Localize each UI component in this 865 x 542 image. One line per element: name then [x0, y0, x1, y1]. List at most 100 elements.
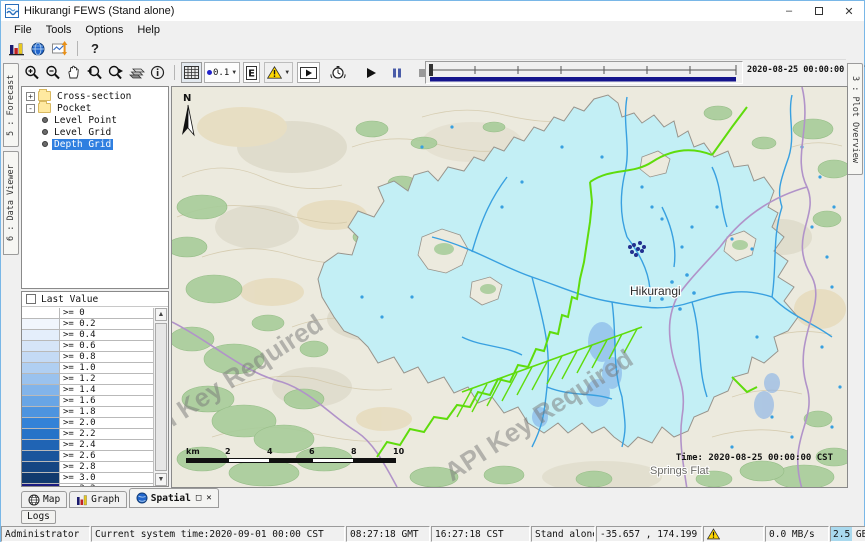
legend-row[interactable]: >= 1.2 — [22, 374, 153, 385]
layers-button[interactable] — [126, 62, 147, 83]
tab-graph[interactable]: Graph — [69, 491, 127, 508]
legend-row[interactable]: >= 0 — [22, 308, 153, 319]
tab-graph-label: Graph — [91, 494, 120, 505]
logs-button[interactable]: Logs — [21, 510, 56, 524]
scroll-up-icon[interactable]: ▲ — [155, 308, 167, 321]
last-value-checkbox[interactable] — [26, 294, 36, 304]
zoom-out-button[interactable] — [42, 62, 63, 83]
status-bar: Administrator Current system time:2020-0… — [1, 525, 864, 542]
scroll-down-icon[interactable]: ▼ — [155, 473, 167, 486]
place-label: Springs Flat — [650, 465, 709, 477]
time-slider[interactable] — [425, 61, 743, 84]
legend-row[interactable]: >= 2.0 — [22, 418, 153, 429]
layers-icon — [129, 66, 145, 80]
legend-row-label: >= 3.0 — [60, 473, 96, 483]
legend-row[interactable]: >= 0.6 — [22, 341, 153, 352]
tree-item-label[interactable]: Cross-section — [55, 91, 133, 102]
status-gmt-time: 08:27:18 GMT — [346, 526, 430, 542]
legend-row[interactable]: >= 3.0 — [22, 473, 153, 484]
legend-table: >= 0>= 0.2>= 0.4>= 0.6>= 0.8>= 1.0>= 1.2… — [22, 308, 153, 486]
thresholds-dropdown[interactable]: ▼ — [264, 62, 293, 83]
status-user: Administrator — [1, 526, 90, 542]
legend-color-swatch — [22, 473, 60, 483]
menu-help[interactable]: Help — [130, 23, 167, 37]
tab-data-viewer[interactable]: 6 : Data Viewer — [3, 151, 19, 255]
title-bar: Hikurangi FEWS (Stand alone) – ✕ — [1, 1, 864, 21]
timeseries-display-button[interactable] — [49, 39, 71, 58]
chevron-down-icon: ▼ — [231, 70, 237, 76]
tree-item-level-point[interactable]: Level Point — [22, 114, 168, 126]
legend-row[interactable]: >= 0.8 — [22, 352, 153, 363]
legend-color-swatch — [22, 308, 60, 318]
scrollbar-thumb[interactable] — [155, 323, 167, 471]
tab-forecast[interactable]: 5 : Forecast — [3, 63, 19, 147]
legend-row[interactable]: >= 2.8 — [22, 462, 153, 473]
tab-plot-overview[interactable]: 3 : Plot Overview — [847, 63, 863, 175]
legend-row-label: >= 0.2 — [60, 319, 96, 329]
menu-file[interactable]: File — [7, 23, 39, 37]
map-display-button[interactable] — [27, 39, 49, 58]
tree-item-pocket[interactable]: - Pocket — [22, 102, 168, 114]
tab-restore-icon[interactable]: □ — [196, 493, 201, 503]
zoom-in-icon — [24, 65, 40, 81]
minimize-button[interactable]: – — [774, 1, 804, 21]
zoom-previous-icon — [86, 65, 103, 81]
legend-color-swatch — [22, 385, 60, 395]
zoom-next-button[interactable] — [105, 62, 126, 83]
help-button[interactable]: ? — [84, 39, 106, 58]
time-slider-handle[interactable] — [429, 64, 433, 76]
contour-interval-dropdown[interactable]: 0.1 ▼ — [204, 62, 240, 83]
close-button[interactable]: ✕ — [834, 1, 864, 21]
animation-timer-button[interactable] — [327, 62, 348, 83]
tree-item-label-selected[interactable]: Depth Grid — [52, 139, 113, 150]
status-alerts — [703, 526, 764, 542]
chevron-down-icon: ▼ — [284, 70, 290, 76]
legend-row[interactable]: >= 1.6 — [22, 396, 153, 407]
maximize-button[interactable] — [804, 1, 834, 21]
status-local-time: 16:27:18 CST — [431, 526, 530, 542]
profile-button[interactable]: E — [243, 62, 260, 83]
toolbar-separator — [77, 41, 78, 56]
pause-button[interactable] — [386, 62, 407, 83]
animation-export-button[interactable] — [297, 62, 320, 83]
tab-close-icon[interactable]: ✕ — [206, 493, 211, 503]
tree-item-label[interactable]: Level Point — [52, 115, 119, 126]
grid-display-button[interactable] — [181, 62, 202, 83]
tree-item-level-grid[interactable]: Level Grid — [22, 126, 168, 138]
tab-map[interactable]: Map — [21, 491, 67, 508]
legend-row[interactable]: >= 1.0 — [22, 363, 153, 374]
zoom-in-button[interactable] — [21, 62, 42, 83]
legend-scrollbar[interactable]: ▲ ▼ — [153, 308, 168, 486]
main-toolbar: ? — [1, 38, 864, 59]
legend-row-label: >= 2.0 — [60, 418, 96, 428]
expand-icon[interactable]: + — [26, 92, 35, 101]
legend-color-swatch — [22, 451, 60, 461]
legend-row[interactable]: >= 0.4 — [22, 330, 153, 341]
tab-spatial[interactable]: Spatial □ ✕ — [129, 488, 219, 508]
legend-row[interactable]: >= 2.6 — [22, 451, 153, 462]
map-canvas[interactable]: API Key Required API Key Required Hikura… — [171, 86, 848, 488]
legend-row[interactable]: >= 3.2 — [22, 484, 153, 486]
legend-panel: Last Value >= 0>= 0.2>= 0.4>= 0.6>= 0.8>… — [21, 291, 169, 487]
legend-row[interactable]: >= 1.8 — [22, 407, 153, 418]
tree-item-label[interactable]: Level Grid — [52, 127, 113, 138]
zoom-previous-button[interactable] — [84, 62, 105, 83]
menu-tools[interactable]: Tools — [39, 23, 79, 37]
tree-item-depth-grid[interactable]: Depth Grid — [22, 138, 168, 150]
legend-row[interactable]: >= 0.2 — [22, 319, 153, 330]
menu-options[interactable]: Options — [78, 23, 130, 37]
layers-tree-panel[interactable]: + Cross-section - Pocket Level Point Lev… — [21, 86, 169, 289]
tree-item-label[interactable]: Pocket — [55, 103, 93, 114]
legend-row[interactable]: >= 1.4 — [22, 385, 153, 396]
explorer-barchart-button[interactable] — [5, 39, 27, 58]
legend-row[interactable]: >= 2.4 — [22, 440, 153, 451]
pan-button[interactable] — [63, 62, 84, 83]
info-button[interactable] — [147, 62, 168, 83]
play-button[interactable] — [360, 62, 381, 83]
collapse-icon[interactable]: - — [26, 104, 35, 113]
movie-play-icon — [300, 67, 317, 79]
scalebar-tick-label: 6 — [309, 447, 315, 456]
legend-row[interactable]: >= 2.2 — [22, 429, 153, 440]
contour-interval-value: 0.1 — [213, 68, 229, 78]
pause-icon — [391, 67, 403, 79]
